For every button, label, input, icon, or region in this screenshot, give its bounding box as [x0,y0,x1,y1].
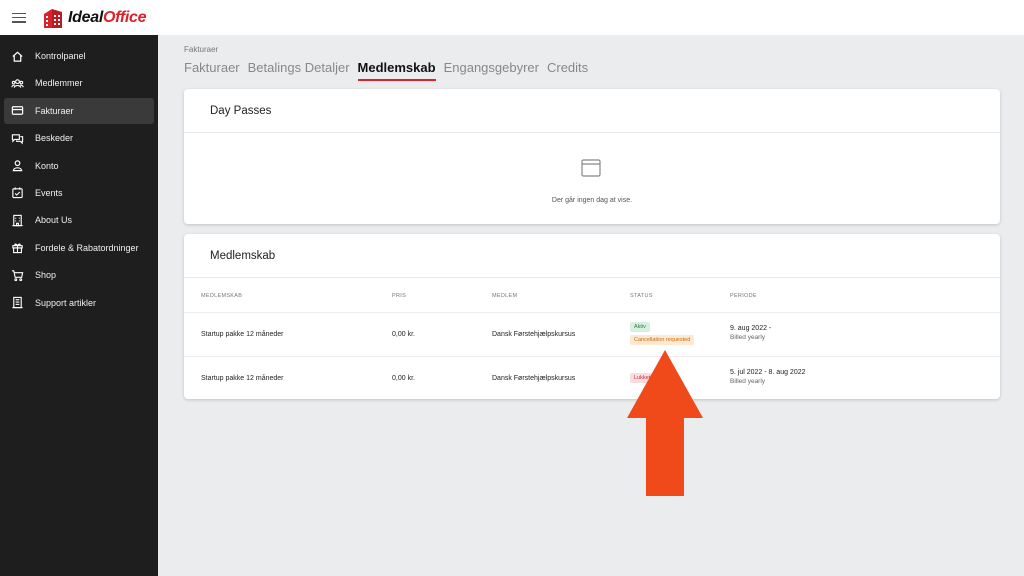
column-header: MEDLEM [492,293,518,299]
sidebar-item-label: Beskeder [35,133,74,144]
document-icon [10,296,24,310]
chat-icon [10,131,24,145]
sidebar-item-fakturaer[interactable]: Fakturaer [4,97,154,124]
sidebar-item-kontrolpanel[interactable]: Kontrolpanel [4,43,154,69]
sidebar-item-label: Fordele & Rabatordninger [35,242,139,253]
day-passes-title: Day Passes [184,89,1000,133]
user-icon [10,159,24,173]
brand-logo[interactable]: IdealOffice [42,6,147,30]
sidebar-item-beskeder[interactable]: Beskeder [4,125,154,151]
table-row[interactable]: Startup pakke 12 måneder 0,00 kr. Dansk … [184,313,1000,357]
cancellation-badge: Cancellation requested [630,335,695,345]
period: 5. jul 2022 - 8. aug 2022 [730,369,806,376]
column-header: PRIS [392,293,407,299]
top-bar: IdealOffice [0,0,1024,35]
tab-credits[interactable]: Credits [547,60,588,81]
period-cell: 9. aug 2022 - Billed yearly [730,325,771,341]
credit-card-icon [10,104,24,118]
sidebar-item-about-us[interactable]: About Us [4,207,154,233]
calendar-check-icon [10,186,24,200]
members-icon [10,76,24,90]
brand-wordmark: IdealOffice [68,8,147,26]
column-header: STATUS [630,293,653,299]
billing: Billed yearly [730,378,766,385]
status-cell: Aktiv Cancellation requested [630,322,695,345]
sidebar-item-fordele[interactable]: Fordele & Rabatordninger [4,235,154,261]
table-row[interactable]: Startup pakke 12 måneder 0,00 kr. Dansk … [184,357,1000,401]
day-passes-card: Day Passes Der går ingen dag at vise. [184,89,1000,224]
price: 0,00 kr. [392,331,415,338]
gift-icon [10,241,24,255]
table-header: MEDLEMSKAB PRIS MEDLEM STATUS PERIODE [184,278,1000,313]
price: 0,00 kr. [392,375,415,382]
sidebar-item-events[interactable]: Events [4,180,154,206]
membership-title: Medlemskab [184,234,1000,278]
empty-state: Der går ingen dag at vise. [184,133,1000,224]
sidebar-item-medlemmer[interactable]: Medlemmer [4,70,154,96]
membership-name: Startup pakke 12 måneder [201,375,284,382]
arrow-up-icon [627,350,703,496]
cart-icon [10,268,24,282]
breadcrumb: Fakturaer [184,45,219,54]
empty-text: Der går ingen dag at vise. [551,197,633,204]
tab-betalings-detaljer[interactable]: Betalings Detaljer [248,60,350,81]
empty-window-icon [581,159,601,182]
tab-engangsgebyrer[interactable]: Engangsgebyrer [444,60,539,81]
sidebar-item-shop[interactable]: Shop [4,262,154,288]
sidebar-item-label: Konto [35,160,59,171]
sidebar-item-label: About Us [35,215,73,226]
status-badge: Aktiv [630,322,650,332]
main-content: Fakturaer Fakturaer Betalings Detaljer M… [158,35,1024,576]
sidebar-item-label: Events [35,187,63,198]
member: Dansk Førstehjælpskursus [492,375,576,382]
tab-bar: Fakturaer Betalings Detaljer Medlemskab … [184,60,596,81]
period-cell: 5. jul 2022 - 8. aug 2022 Billed yearly [730,369,806,385]
membership-card: Medlemskab MEDLEMSKAB PRIS MEDLEM STATUS… [184,234,1000,399]
building-icon [10,213,24,227]
period: 9. aug 2022 - [730,325,772,332]
sidebar-item-konto[interactable]: Konto [4,153,154,179]
tab-medlemskab[interactable]: Medlemskab [357,60,436,81]
home-icon [10,49,24,63]
sidebar-item-label: Fakturaer [35,105,74,116]
sidebar-item-label: Medlemmer [35,78,83,89]
sidebar-item-label: Support artikler [35,297,97,308]
tab-fakturaer[interactable]: Fakturaer [184,60,240,81]
billing: Billed yearly [730,334,766,341]
member: Dansk Førstehjælpskursus [492,331,576,338]
menu-icon[interactable] [12,12,26,23]
column-header: PERIODE [730,293,757,299]
column-header: MEDLEMSKAB [201,293,243,299]
membership-name: Startup pakke 12 måneder [201,331,284,338]
sidebar-item-label: Shop [35,270,57,281]
building-logo-icon [42,6,68,30]
sidebar-item-label: Kontrolpanel [35,51,86,61]
sidebar: Kontrolpanel Medlemmer Fakturaer Beskede… [0,35,158,576]
sidebar-item-support[interactable]: Support artikler [4,290,154,316]
